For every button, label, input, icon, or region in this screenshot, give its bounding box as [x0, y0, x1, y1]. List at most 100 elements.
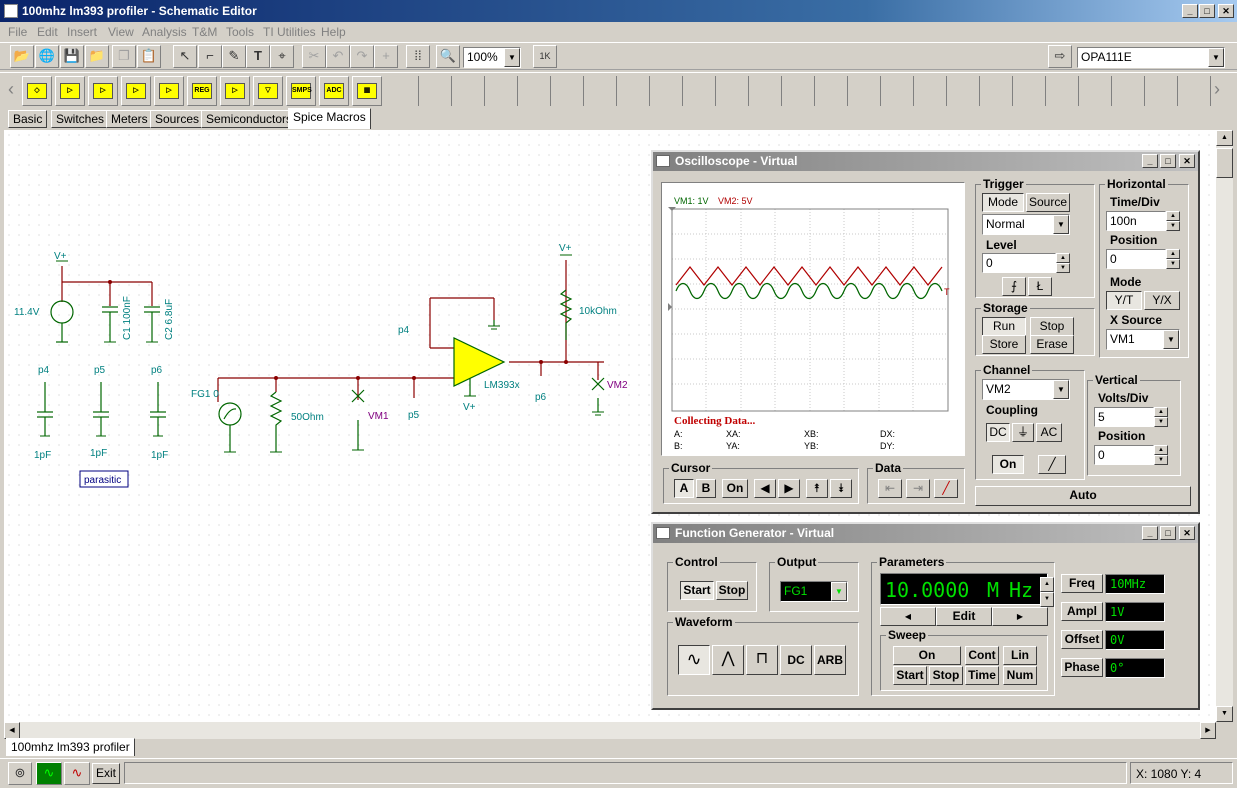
frequency-display[interactable]: 10.0000 M Hz	[880, 573, 1048, 605]
frequency-spinner[interactable]: ▲ ▼	[1040, 577, 1054, 607]
offset-button[interactable]: Offset	[1061, 630, 1103, 649]
rising-edge-icon[interactable]: ⨍	[1002, 277, 1026, 296]
erase-button[interactable]: Erase	[1030, 335, 1074, 354]
zoom-select[interactable]: 100% ▼	[463, 47, 521, 68]
paste-icon[interactable]: 📋	[137, 45, 161, 68]
phase-button[interactable]: Phase	[1061, 658, 1103, 677]
sweep-time-button[interactable]: Time	[965, 666, 999, 685]
open-folder-icon[interactable]: 📁	[85, 45, 109, 68]
yx-button[interactable]: Y/X	[1144, 291, 1180, 310]
menu-file[interactable]: File	[8, 25, 27, 39]
square-wave-icon[interactable]: ⊓	[746, 645, 778, 675]
fg-maximize-button[interactable]: □	[1160, 526, 1176, 540]
phase-value[interactable]: 0°	[1105, 658, 1165, 678]
fg-minimize-button[interactable]: _	[1142, 526, 1158, 540]
opto-icon[interactable]: ▷	[55, 76, 85, 106]
menu-analysis[interactable]: Analysis	[142, 25, 187, 39]
cursor-down-icon[interactable]: ⯯	[830, 479, 852, 498]
data-plot-icon[interactable]: ╱	[934, 479, 958, 498]
adc-icon[interactable]: ADC	[319, 76, 349, 106]
sweep-num-button[interactable]: Num	[1003, 666, 1037, 685]
scroll-down-icon[interactable]: ▼	[1216, 706, 1233, 722]
freq-value[interactable]: 10MHz	[1105, 574, 1165, 594]
fg-stop-button[interactable]: Stop	[716, 581, 748, 600]
data-import-icon[interactable]: ⇤	[878, 479, 902, 498]
triangle-wave-icon[interactable]: ⋀	[712, 645, 744, 675]
tab-basic[interactable]: Basic	[8, 110, 48, 128]
cursor-left-icon[interactable]: ◀	[754, 479, 776, 498]
auto-button[interactable]: Auto	[975, 486, 1191, 506]
scroll-right-icon[interactable]: ›	[1214, 79, 1220, 100]
scroll-left-arrow-icon[interactable]: ◀	[4, 722, 20, 739]
trigger-level-spinner[interactable]: ▲ ▼	[1056, 253, 1070, 273]
digit-left-icon[interactable]: ◀	[880, 607, 936, 626]
amplifier-icon[interactable]: ▷	[88, 76, 118, 106]
sweep-stop-button[interactable]: Stop	[929, 666, 963, 685]
menu-insert[interactable]: Insert	[67, 25, 97, 39]
tab-semiconductors[interactable]: Semiconductors	[201, 110, 298, 128]
wire-icon[interactable]: ⌐	[198, 45, 222, 68]
volts-div-spinner[interactable]: ▲ ▼	[1154, 407, 1168, 427]
menu-ti-utilities[interactable]: TI Utilities	[263, 25, 316, 39]
x-source-select[interactable]: VM1 ▼	[1106, 329, 1180, 350]
open-icon[interactable]: 📂	[10, 45, 34, 68]
fg-close-button[interactable]: ✕	[1179, 526, 1195, 540]
cursor-b-button[interactable]: B	[696, 479, 716, 498]
probe-icon[interactable]: ╱	[1038, 455, 1066, 474]
sine-wave-icon[interactable]: ∿	[678, 645, 710, 675]
exit-button[interactable]: Exit	[92, 763, 120, 784]
junction-icon[interactable]: +	[374, 45, 398, 68]
scroll-up-icon[interactable]: ▲	[1216, 130, 1233, 146]
stop-button[interactable]: Stop	[1030, 317, 1074, 336]
time-div-spinner[interactable]: ▲ ▼	[1166, 211, 1180, 231]
component-search[interactable]: OPA111E ▼	[1077, 47, 1225, 68]
output-select[interactable]: FG1 ▼	[780, 581, 848, 602]
volts-div-field[interactable]: 5	[1094, 407, 1154, 427]
redo-icon[interactable]: ↷	[350, 45, 374, 68]
ground-coupling-icon[interactable]: ⏚	[1012, 423, 1034, 442]
offset-value[interactable]: 0V	[1105, 630, 1165, 650]
dc-wave-button[interactable]: DC	[780, 645, 812, 675]
arb-wave-button[interactable]: ARB	[814, 645, 846, 675]
label-icon[interactable]: ⌖	[270, 45, 294, 68]
place-component-icon[interactable]: ⇨	[1048, 45, 1072, 68]
undo-icon[interactable]: ↶	[326, 45, 350, 68]
falling-edge-icon[interactable]: Ł	[1028, 277, 1052, 296]
v-position-spinner[interactable]: ▲ ▼	[1154, 445, 1168, 465]
store-button[interactable]: Store	[982, 335, 1026, 354]
channel-select[interactable]: VM2 ▼	[982, 379, 1070, 400]
tab-switches[interactable]: Switches	[51, 110, 110, 128]
v-position-field[interactable]: 0	[1094, 445, 1154, 465]
channel-on-button[interactable]: On	[992, 455, 1024, 474]
ampl-button[interactable]: Ampl	[1061, 602, 1103, 621]
digit-right-icon[interactable]: ▶	[992, 607, 1048, 626]
opamp-icon[interactable]: ▷	[154, 76, 184, 106]
regulator-icon[interactable]: REG	[187, 76, 217, 106]
cursor-on-button[interactable]: On	[722, 479, 748, 498]
dc-coupling-button[interactable]: DC	[986, 423, 1010, 442]
comparator-icon[interactable]: ▷	[220, 76, 250, 106]
maximize-button[interactable]: □	[1199, 4, 1215, 18]
scope-screen[interactable]: T VM1: 1V VM2: 5V Collecting Data... A: …	[661, 182, 965, 456]
scope-mode-icon[interactable]: ∿	[36, 762, 62, 785]
chip-icon[interactable]: ▦	[352, 76, 382, 106]
save-icon[interactable]: 💾	[60, 45, 84, 68]
ac-coupling-button[interactable]: AC	[1036, 423, 1062, 442]
pen-icon[interactable]: ✎	[222, 45, 246, 68]
menu-edit[interactable]: Edit	[37, 25, 58, 39]
tab-spice-macros[interactable]: Spice Macros	[288, 108, 371, 129]
yt-button[interactable]: Y/T	[1106, 291, 1142, 310]
smps-icon[interactable]: SMPS	[286, 76, 316, 106]
minimize-button[interactable]: _	[1182, 4, 1198, 18]
close-button[interactable]: ✕	[1218, 4, 1234, 18]
tab-sources[interactable]: Sources	[150, 110, 205, 128]
scroll-left-icon[interactable]: ‹	[8, 79, 14, 100]
schematic-mode-icon[interactable]: ⊚	[8, 762, 32, 785]
cursor-right-icon[interactable]: ▶	[778, 479, 800, 498]
osc-maximize-button[interactable]: □	[1160, 154, 1176, 168]
osc-minimize-button[interactable]: _	[1142, 154, 1158, 168]
menu-help[interactable]: Help	[321, 25, 346, 39]
freq-button[interactable]: Freq	[1061, 574, 1103, 593]
edit-button[interactable]: Edit	[936, 607, 992, 626]
trigger-level-field[interactable]: 0	[982, 253, 1056, 273]
